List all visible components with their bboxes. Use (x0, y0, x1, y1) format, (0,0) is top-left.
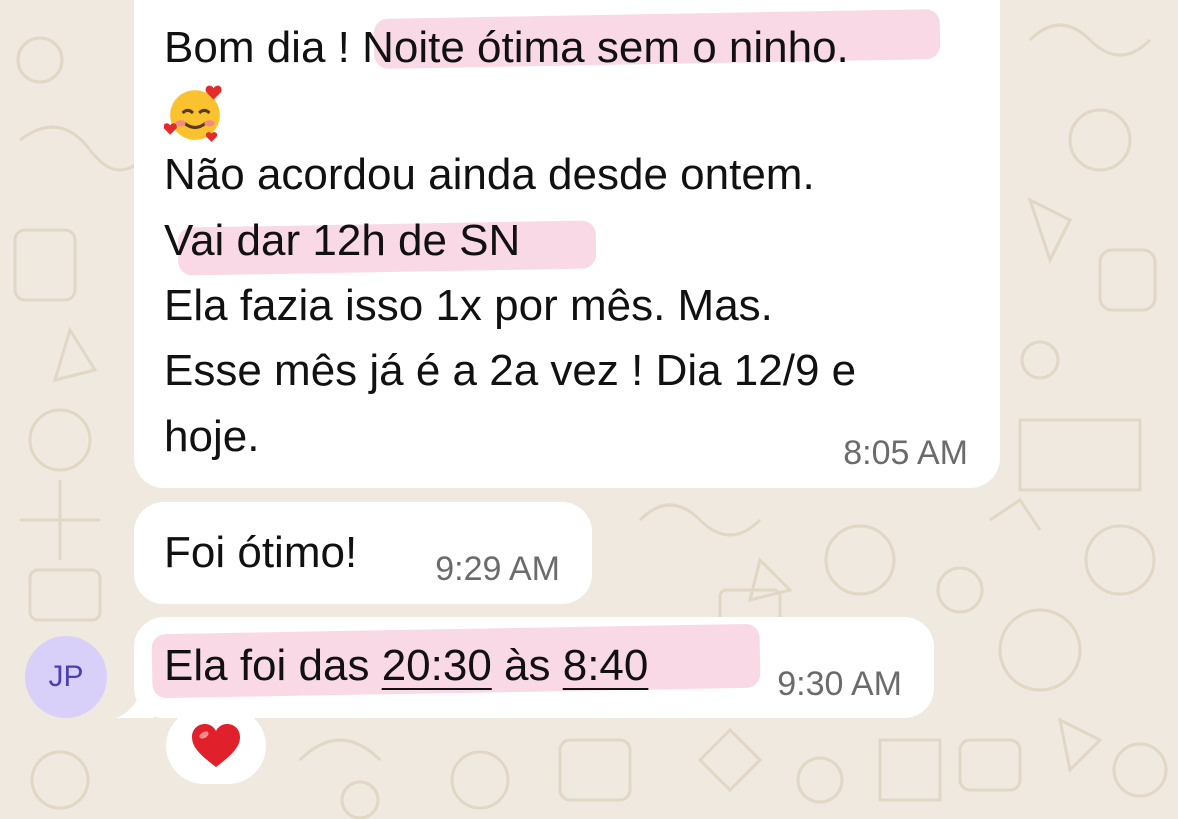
message-text: Ela foi das 20:30 às 8:40 (164, 633, 648, 698)
red-heart-icon (192, 724, 240, 767)
message-text-middle: às (491, 641, 563, 690)
message-line: Esse mês já é a 2a vez ! Dia 12/9 e (164, 346, 857, 395)
message-line: Vai dar 12h de SN (164, 216, 521, 265)
message-text: Foi ótimo! (164, 528, 358, 577)
reaction-badge[interactable] (166, 708, 266, 784)
message-line: Não acordou ainda desde ontem. (164, 150, 815, 199)
avatar-initials: JP (48, 660, 84, 693)
message-text-prefix: Ela foi das (164, 641, 382, 690)
message-timestamp: 9:29 AM (435, 550, 560, 588)
message-timestamp: 8:05 AM (843, 434, 968, 472)
smiling-face-with-hearts-emoji (164, 78, 226, 144)
message-bubble-2[interactable]: Foi ótimo! 9:29 AM (134, 502, 592, 604)
message-bubble-3[interactable]: Ela foi das 20:30 às 8:40 9:30 AM (134, 617, 934, 718)
time-link-end[interactable]: 8:40 (563, 641, 649, 690)
message-bubble-1[interactable]: Bom dia ! Noite ótima sem o ninho. Não a… (134, 0, 1000, 488)
message-line: hoje. (164, 412, 260, 461)
message-line: Ela fazia isso 1x por mês. Mas. (164, 281, 773, 330)
message-line: Bom dia ! Noite ótima sem o ninho. (164, 23, 849, 72)
message-timestamp: 9:30 AM (777, 665, 902, 703)
avatar[interactable]: JP (25, 636, 107, 718)
time-link-start[interactable]: 20:30 (382, 641, 492, 690)
